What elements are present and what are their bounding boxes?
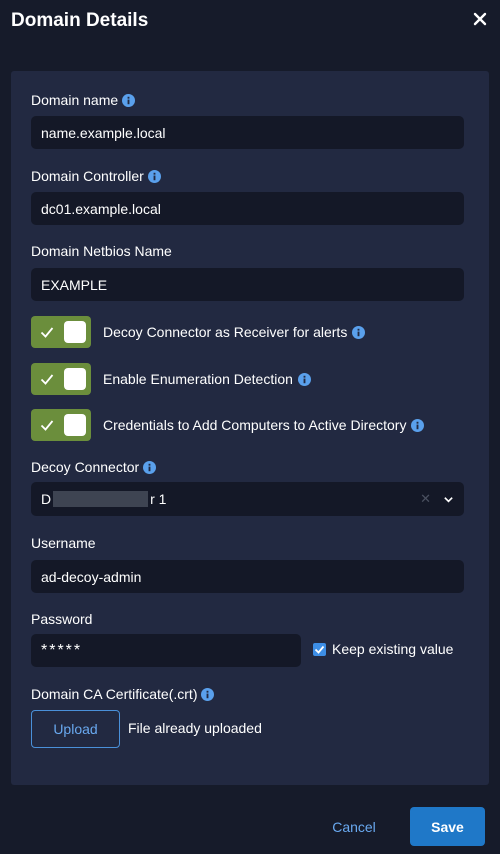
redacted-text (53, 491, 149, 507)
selected-connector: D r 1 (41, 491, 167, 507)
info-icon[interactable] (297, 372, 311, 386)
info-icon[interactable] (352, 325, 366, 339)
info-icon[interactable] (147, 169, 161, 183)
info-icon[interactable] (143, 460, 157, 474)
ca-certificate-label: Domain CA Certificate(.crt) (31, 686, 215, 702)
decoy-connector-label: Decoy Connector (31, 459, 157, 475)
toggle-knob (64, 321, 86, 343)
domain-name-input[interactable]: name.example.local (31, 116, 464, 149)
password-input[interactable]: ***** (31, 634, 301, 667)
info-icon[interactable] (122, 93, 136, 107)
keep-existing-label: Keep existing value (332, 641, 454, 657)
receiver-alerts-toggle[interactable] (31, 316, 91, 348)
save-button[interactable]: Save (410, 807, 485, 846)
domain-name-label: Domain name (31, 92, 136, 108)
info-icon[interactable] (411, 418, 425, 432)
dialog-title: Domain Details (11, 10, 149, 31)
checkmark-icon (314, 645, 325, 654)
toggle-row-enumeration: Enable Enumeration Detection (31, 363, 311, 395)
check-icon (40, 374, 54, 385)
keep-existing-row: Keep existing value (313, 641, 453, 657)
toggle-label: Credentials to Add Computers to Active D… (103, 417, 407, 433)
decoy-connector-select[interactable]: D r 1 ✕ (31, 482, 464, 516)
close-button[interactable] (472, 11, 488, 27)
info-icon[interactable] (201, 687, 215, 701)
close-icon (473, 12, 487, 26)
clear-icon[interactable]: ✕ (420, 491, 431, 507)
username-input[interactable]: ad-decoy-admin (31, 560, 464, 593)
cancel-button[interactable]: Cancel (322, 808, 386, 846)
toggle-knob (64, 414, 86, 436)
toggle-label: Enable Enumeration Detection (103, 371, 293, 387)
netbios-label: Domain Netbios Name (31, 243, 172, 259)
toggle-row-credentials: Credentials to Add Computers to Active D… (31, 409, 425, 441)
keep-existing-checkbox[interactable] (313, 642, 326, 656)
netbios-input[interactable]: EXAMPLE (31, 268, 464, 301)
password-label: Password (31, 611, 93, 627)
check-icon (40, 420, 54, 431)
credentials-toggle[interactable] (31, 409, 91, 441)
toggle-knob (64, 368, 86, 390)
check-icon (40, 327, 54, 338)
toggle-label: Decoy Connector as Receiver for alerts (103, 324, 348, 340)
username-label: Username (31, 535, 96, 551)
chevron-down-icon[interactable] (443, 494, 454, 505)
upload-button[interactable]: Upload (31, 710, 120, 748)
enumeration-detection-toggle[interactable] (31, 363, 91, 395)
toggle-row-receiver: Decoy Connector as Receiver for alerts (31, 316, 366, 348)
domain-controller-label: Domain Controller (31, 168, 161, 184)
upload-status: File already uploaded (128, 720, 262, 736)
domain-controller-input[interactable]: dc01.example.local (31, 192, 464, 225)
